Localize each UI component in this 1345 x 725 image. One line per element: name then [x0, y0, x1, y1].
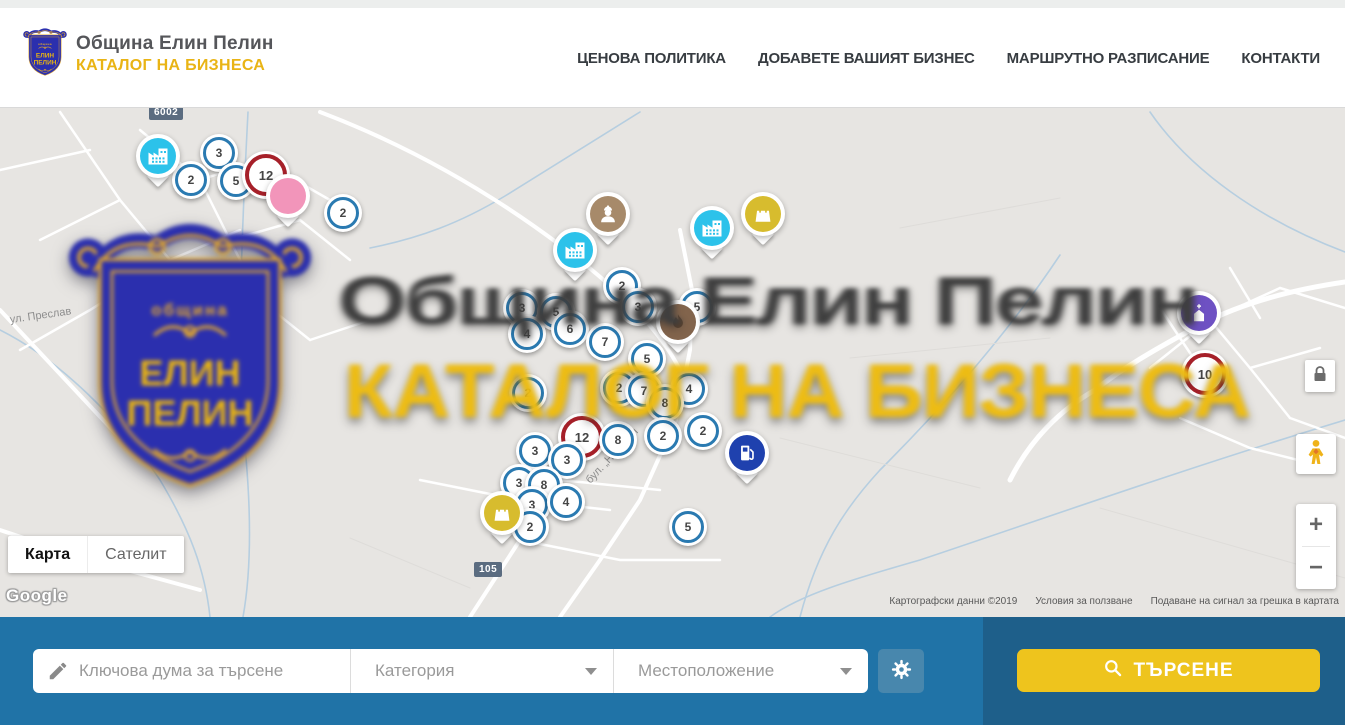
category-select[interactable]: Категория [350, 649, 613, 693]
map-pin-marker[interactable] [1177, 291, 1221, 335]
nav-item-2[interactable]: ДОБАВЕТЕ ВАШИЯТ БИЗНЕС [758, 50, 975, 67]
map-pin-marker[interactable] [480, 491, 524, 535]
chevron-down-icon [840, 668, 852, 675]
site-subtitle: КАТАЛОГ НА БИЗНЕСА [76, 57, 274, 75]
map-cluster-marker[interactable]: 2 [324, 194, 362, 232]
cluster-count: 3 [519, 435, 551, 467]
shopping-bag-icon [745, 196, 781, 232]
map-pin-marker[interactable] [656, 300, 700, 344]
page: община ЕЛИН ПЕЛИН Община Елин Пелин КАТА… [0, 0, 1345, 725]
map-cluster-marker[interactable]: 2 [684, 412, 722, 450]
nav-item-3[interactable]: МАРШРУТНО РАЗПИСАНИЕ [1007, 50, 1210, 67]
map-pin-marker[interactable] [553, 228, 597, 272]
attribution-link[interactable]: Условия за ползване [1035, 596, 1132, 607]
map-cluster-marker[interactable]: 10 [1181, 350, 1229, 398]
map-cluster-marker[interactable]: 5 [669, 508, 707, 546]
location-select[interactable]: Местоположение [613, 649, 868, 693]
search-submit-button[interactable]: ТЪРСЕНЕ [1017, 649, 1320, 692]
svg-text:ПЕЛИН: ПЕЛИН [34, 60, 57, 67]
svg-text:община: община [38, 42, 52, 46]
map-pin-marker[interactable] [741, 192, 785, 236]
street-view-pegman-button[interactable] [1296, 434, 1336, 474]
pin-icon [270, 178, 306, 214]
map-markers-layer: 32512223535647522748128223338342510 [0, 108, 1345, 617]
church-icon [1181, 295, 1217, 331]
zoom-control: + − [1296, 504, 1336, 589]
map-type-satellite-button[interactable]: Сателит [87, 536, 183, 573]
map-cluster-marker[interactable]: 4 [508, 315, 546, 353]
factory-icon [557, 232, 593, 268]
cluster-count: 2 [512, 377, 544, 409]
map-pin-marker[interactable] [586, 192, 630, 236]
cluster-count: 8 [602, 424, 634, 456]
lock-icon [1312, 365, 1328, 388]
cluster-count: 5 [672, 511, 704, 543]
cluster-count: 2 [647, 420, 679, 452]
flame-icon [660, 304, 696, 340]
main-nav: ЦЕНОВА ПОЛИТИКА ДОБАВЕТЕ ВАШИЯТ БИЗНЕС МАР… [577, 8, 1320, 108]
search-icon [1103, 658, 1123, 684]
top-strip [0, 0, 1345, 8]
map-pin-marker[interactable] [690, 206, 734, 250]
gear-icon [890, 658, 913, 684]
map-cluster-marker[interactable]: 3 [619, 288, 657, 326]
fuel-icon [729, 435, 765, 471]
google-map-canvas[interactable]: ул. Преславбул. „Новосел 6002105 3251222… [0, 108, 1345, 617]
cluster-count: 3 [622, 291, 654, 323]
nav-item-4[interactable]: КОНТАКТИ [1241, 50, 1320, 67]
map-cluster-marker[interactable]: 2 [509, 374, 547, 412]
cluster-count: 8 [649, 387, 681, 419]
cluster-count: 5 [631, 343, 663, 375]
cluster-count: 2 [175, 164, 207, 196]
keyword-search-input[interactable] [33, 649, 350, 693]
map-cluster-marker[interactable]: 2 [644, 417, 682, 455]
nav-item-1[interactable]: ЦЕНОВА ПОЛИТИКА [577, 50, 726, 67]
advanced-search-button[interactable] [878, 649, 924, 693]
municipality-crest-icon: община ЕЛИН ПЕЛИН [22, 26, 68, 81]
zoom-out-button[interactable]: − [1296, 547, 1336, 589]
map-pin-marker[interactable] [266, 174, 310, 218]
map-attribution: Картографски данни ©2019 Условия за ползв… [889, 596, 1339, 607]
shopping-bag-icon [484, 495, 520, 531]
map-pin-marker[interactable] [136, 134, 180, 178]
cluster-count: 10 [1184, 353, 1226, 395]
map-cluster-marker[interactable]: 8 [599, 421, 637, 459]
attribution-link[interactable]: Подаване на сигнал за грешка в картата [1151, 596, 1339, 607]
search-input-group: Категория Местоположение [33, 649, 868, 693]
site-title: Община Елин Пелин [76, 33, 274, 55]
cluster-count: 7 [589, 326, 621, 358]
cluster-count: 6 [554, 313, 586, 345]
header: община ЕЛИН ПЕЛИН Община Елин Пелин КАТА… [0, 8, 1345, 108]
map-cluster-marker[interactable]: 6 [551, 310, 589, 348]
cluster-count: 2 [327, 197, 359, 229]
map-type-map-button[interactable]: Карта [8, 536, 87, 573]
factory-icon [140, 138, 176, 174]
search-bar: Категория Местоположение [0, 617, 1345, 725]
pencil-icon [47, 660, 69, 687]
map-cluster-marker[interactable]: 4 [547, 483, 585, 521]
map-cluster-marker[interactable]: 2 [172, 161, 210, 199]
attribution-text: Картографски данни ©2019 [889, 596, 1017, 607]
zoom-in-button[interactable]: + [1296, 504, 1336, 546]
lock-button[interactable] [1305, 360, 1335, 392]
google-logo[interactable]: Google [6, 586, 68, 606]
cluster-count: 4 [511, 318, 543, 350]
svg-text:ЕЛИН: ЕЛИН [36, 52, 54, 59]
worker-icon [590, 196, 626, 232]
factory-icon [694, 210, 730, 246]
cluster-count: 4 [550, 486, 582, 518]
map-pin-marker[interactable] [725, 431, 769, 475]
site-logo[interactable]: община ЕЛИН ПЕЛИН Община Елин Пелин КАТА… [22, 26, 274, 81]
map-cluster-marker[interactable]: 7 [586, 323, 624, 361]
chevron-down-icon [585, 668, 597, 675]
cluster-count: 2 [687, 415, 719, 447]
map-type-control: Карта Сателит [8, 536, 184, 573]
pegman-icon [1305, 439, 1327, 470]
